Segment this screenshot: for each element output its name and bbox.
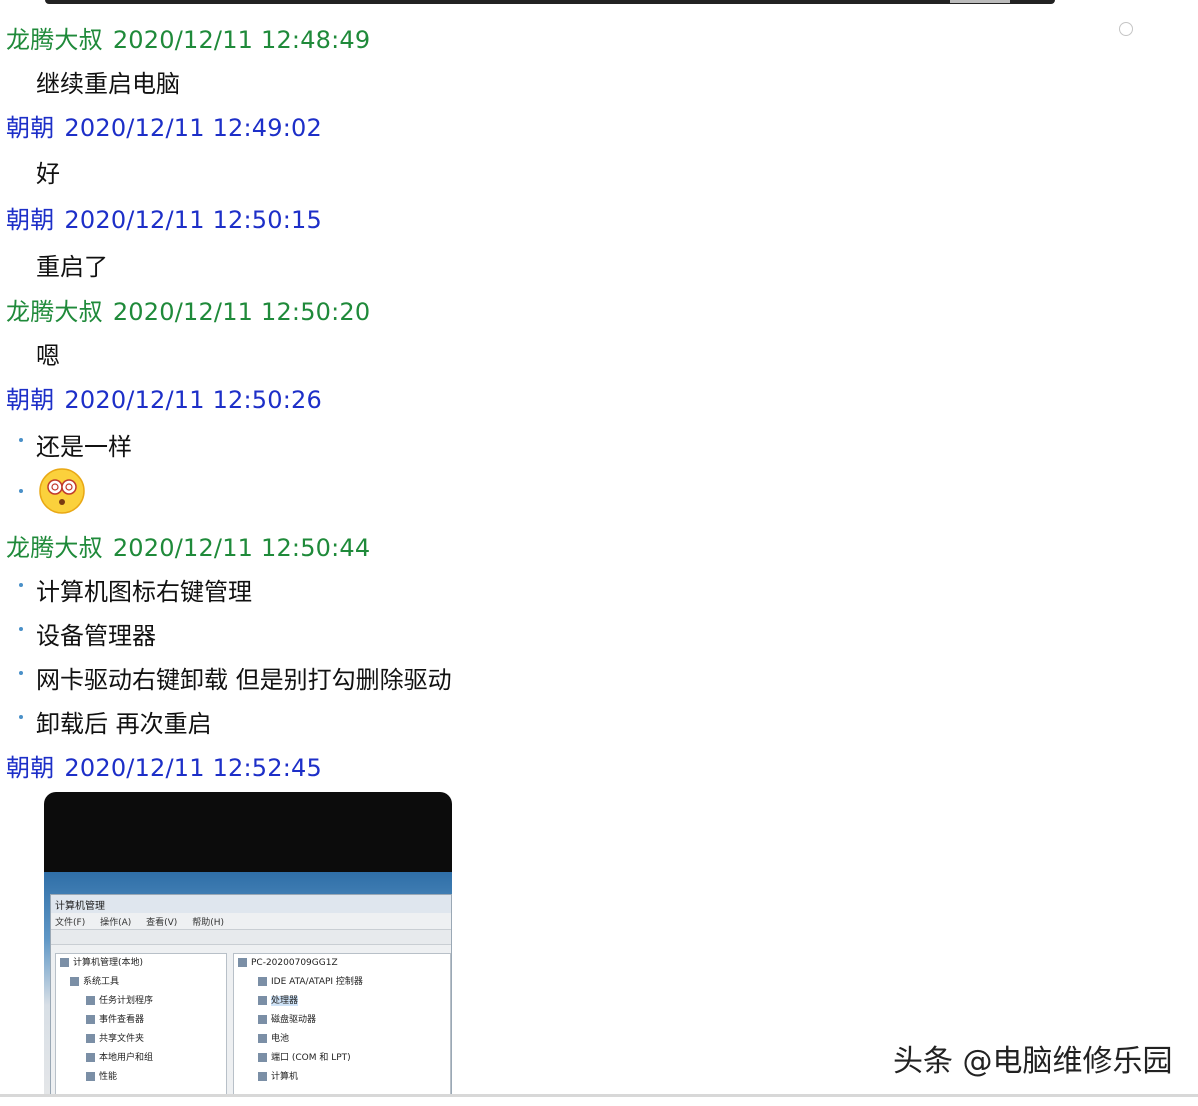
sender-name: 朝朝: [6, 206, 55, 234]
bullet-dot: [19, 627, 23, 631]
corner-circle-icon[interactable]: [1119, 22, 1133, 36]
tree-item: 处理器: [234, 992, 450, 1011]
sender-name: 朝朝: [6, 114, 55, 142]
tree-item: 电池: [234, 1030, 450, 1049]
message-header: 朝朝 2020/12/11 12:52:45: [6, 748, 322, 783]
previous-image-highlight: [950, 0, 1010, 3]
disk-icon: [258, 1015, 267, 1024]
timestamp: 2020/12/11 12:50:15: [64, 206, 322, 234]
computer-management-window: 计算机管理 文件(F) 操作(A) 查看(V) 帮助(H) 计算机管理(本地) …: [50, 894, 452, 1094]
tree-item: 共享文件夹: [56, 1030, 226, 1049]
bullet-dot: [19, 489, 23, 493]
message-text: 继续重启电脑: [36, 70, 180, 98]
timestamp: 2020/12/11 12:48:49: [112, 26, 371, 54]
tree-item: 磁盘驱动器: [234, 1011, 450, 1030]
users-icon: [86, 1053, 95, 1062]
menu-item: 文件(F): [55, 918, 86, 928]
folder-icon: [86, 1034, 95, 1043]
processor-icon: [258, 996, 267, 1005]
message-header: 朝朝 2020/12/11 12:50:26: [6, 380, 322, 415]
bullet-dot: [19, 438, 23, 442]
computer-icon: [238, 958, 247, 967]
timestamp: 2020/12/11 12:50:44: [112, 534, 371, 562]
watermark: 头条 @电脑维修乐园: [893, 1044, 1173, 1079]
bottom-divider: [0, 1094, 1198, 1097]
message-header: 龙腾大叔 2020/12/11 12:50:20: [6, 292, 370, 327]
menu-item: 查看(V): [146, 918, 178, 928]
message-text: 重启了: [36, 253, 108, 281]
message-text: 计算机图标右键管理: [36, 578, 252, 606]
tree-item: 性能: [56, 1068, 226, 1087]
sender-name: 龙腾大叔: [6, 534, 103, 562]
tree-item: 本地用户和组: [56, 1049, 226, 1068]
event-icon: [86, 1015, 95, 1024]
message-text: 设备管理器: [36, 622, 156, 650]
tree-item: PC-20200709GG1Z: [234, 954, 450, 973]
timestamp: 2020/12/11 12:52:45: [64, 754, 322, 782]
bullet-dot: [19, 583, 23, 587]
window-menubar: 文件(F) 操作(A) 查看(V) 帮助(H): [51, 913, 451, 929]
computer-icon: [258, 1072, 267, 1081]
port-icon: [258, 1053, 267, 1062]
tree-item: 计算机管理(本地): [56, 954, 226, 973]
menu-item: 操作(A): [100, 918, 132, 928]
message-header: 龙腾大叔 2020/12/11 12:50:44: [6, 528, 370, 563]
tree-item: IDE ATA/ATAPI 控制器: [234, 973, 450, 992]
window-toolbar: [51, 929, 451, 945]
sender-name: 朝朝: [6, 386, 55, 414]
sender-name: 朝朝: [6, 754, 55, 782]
left-tree-pane: 计算机管理(本地) 系统工具 任务计划程序 事件查看器 共享文件夹 本地用户和组…: [55, 953, 227, 1094]
timestamp: 2020/12/11 12:50:20: [112, 298, 371, 326]
dizzy-face-emoji-icon: [39, 468, 85, 514]
previous-image-edge: [45, 0, 1055, 4]
tree-item: 事件查看器: [56, 1011, 226, 1030]
tree-item: 端口 (COM 和 LPT): [234, 1049, 450, 1068]
message-header: 龙腾大叔 2020/12/11 12:48:49: [6, 20, 370, 55]
tools-icon: [70, 977, 79, 986]
sender-name: 龙腾大叔: [6, 26, 103, 54]
message-header: 朝朝 2020/12/11 12:49:02: [6, 108, 322, 143]
battery-icon: [258, 1034, 267, 1043]
sender-name: 龙腾大叔: [6, 298, 103, 326]
message-text: 嗯: [36, 342, 60, 370]
message-header: 朝朝 2020/12/11 12:50:15: [6, 200, 322, 235]
timestamp: 2020/12/11 12:49:02: [64, 114, 322, 142]
message-text: 还是一样: [36, 433, 132, 461]
menu-item: 帮助(H): [192, 918, 224, 928]
bullet-dot: [19, 715, 23, 719]
bullet-dot: [19, 671, 23, 675]
device-tree-pane: PC-20200709GG1Z IDE ATA/ATAPI 控制器 处理器 磁盘…: [233, 953, 451, 1094]
computer-icon: [60, 958, 69, 967]
message-text: 卸载后 再次重启: [36, 710, 212, 738]
window-title: 计算机管理: [51, 895, 451, 913]
message-text: 网卡驱动右键卸载 但是别打勾删除驱动: [36, 666, 452, 694]
performance-icon: [86, 1072, 95, 1081]
image-attachment[interactable]: 计算机管理 文件(F) 操作(A) 查看(V) 帮助(H) 计算机管理(本地) …: [44, 792, 452, 1094]
tree-item: 计算机: [234, 1068, 450, 1087]
tree-item: 系统工具: [56, 973, 226, 992]
controller-icon: [258, 977, 267, 986]
message-text: 好: [36, 160, 60, 188]
tree-item: 任务计划程序: [56, 992, 226, 1011]
clock-icon: [86, 996, 95, 1005]
timestamp: 2020/12/11 12:50:26: [64, 386, 322, 414]
